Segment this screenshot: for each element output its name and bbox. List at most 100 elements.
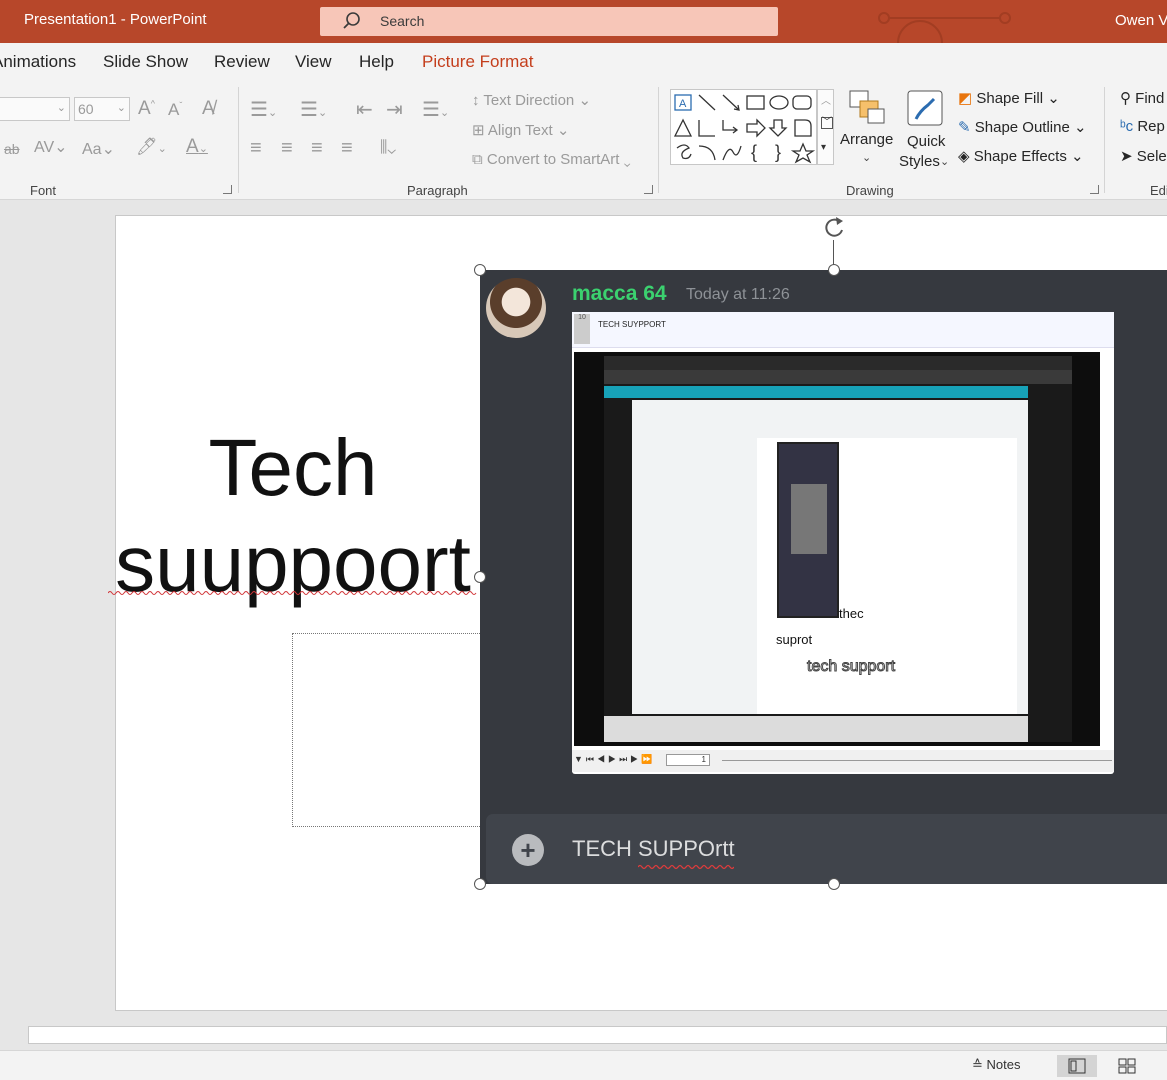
chevron-down-icon: ⌄ [940, 156, 950, 168]
content-placeholder[interactable] [292, 633, 492, 827]
shapes-gallery[interactable]: A { } [670, 89, 817, 165]
resize-handle-bottom[interactable] [828, 878, 840, 890]
chevron-down-icon: ⌄ [56, 102, 66, 114]
tab-slide-show[interactable]: Slide Show [103, 52, 188, 72]
resize-handle-top[interactable] [828, 264, 840, 276]
shape-outline-button[interactable]: ✎ Shape Outline ⌄ [958, 118, 1087, 136]
editing-group-label: Edi [1150, 183, 1167, 198]
align-left-icon[interactable]: ≡ [250, 137, 262, 160]
nested-document: thec suprot tech support [632, 400, 1028, 714]
notes-button[interactable]: ≙ Notes [972, 1057, 1020, 1073]
decrease-indent-icon[interactable]: ⇤ [356, 97, 373, 122]
nested-player-controls [604, 716, 1028, 742]
align-center-icon[interactable]: ≡ [281, 137, 293, 160]
svg-text:}: } [775, 142, 781, 162]
svg-text:{: { [751, 142, 757, 162]
search-placeholder: Search [380, 13, 425, 29]
replace-label: Rep [1137, 118, 1165, 135]
notes-label: Notes [986, 1057, 1021, 1072]
normal-view-button[interactable] [1057, 1055, 1097, 1077]
align-text-label: Align Text [487, 122, 553, 139]
clear-formatting-icon[interactable]: A̸ [202, 98, 215, 120]
tab-view[interactable]: View [295, 52, 332, 72]
nested-page: thec suprot tech support [757, 438, 1017, 714]
search-icon [342, 11, 362, 36]
paragraph-dialog-launcher-icon[interactable] [644, 185, 653, 194]
line-spacing-icon[interactable]: ☰⌄ [422, 97, 449, 122]
quick-styles-button[interactable]: Quick Styles ⌄ [898, 87, 952, 179]
resize-handle-bottom-left[interactable] [474, 878, 486, 890]
font-color-icon[interactable]: A⌄ [186, 136, 208, 158]
font-name-dropdown[interactable]: ⌄ [0, 97, 70, 121]
window-title: Presentation1 - PowerPoint [24, 11, 207, 28]
font-size-dropdown[interactable]: 60 ⌄ [74, 97, 130, 121]
inserted-picture[interactable]: macca 64 Today at 11:26 10 TECH SUYPPORT… [480, 270, 1167, 884]
decrease-font-icon[interactable]: Aˇ [168, 100, 182, 120]
nested-text-thec: thec [839, 606, 864, 621]
slide-title[interactable]: Tech suuppoort [108, 420, 478, 612]
character-spacing-icon[interactable]: AV⌄ [34, 137, 68, 157]
shape-effects-button[interactable]: ◈ Shape Effects ⌄ [958, 147, 1084, 165]
compose-spellcheck-squiggle [638, 864, 734, 870]
replace-button[interactable]: ᵇc Rep [1120, 118, 1165, 135]
quick-styles-icon [907, 90, 943, 126]
numbering-icon[interactable]: ☰⌄ [300, 97, 327, 122]
attachment-text-line: 10 TECH SUYPPORT [572, 312, 1114, 348]
justify-icon[interactable]: ≡ [341, 137, 353, 160]
nested-screenshot [777, 442, 839, 618]
slide-title-line-1: Tech [208, 423, 378, 512]
align-right-icon[interactable]: ≡ [311, 137, 323, 160]
text-direction-button[interactable]: ↕ Text Direction ⌄ [472, 91, 591, 109]
resize-handle-top-left[interactable] [474, 264, 486, 276]
chevron-up-icon[interactable]: ︿ [821, 92, 831, 107]
font-dialog-launcher-icon[interactable] [223, 185, 232, 194]
increase-font-icon[interactable]: A^ [138, 98, 155, 120]
shape-fill-button[interactable]: ◩ Shape Fill ⌄ [958, 89, 1060, 107]
replace-icon: ᵇc [1120, 118, 1138, 135]
ribbon-tabs: Animations Slide Show Review View Help P… [0, 43, 1167, 81]
rotate-handle-icon[interactable] [822, 214, 846, 240]
cursor-icon: ➤ [1120, 148, 1137, 165]
user-avatar [486, 278, 546, 338]
nested-text-tech-support: tech support [806, 658, 896, 676]
select-button[interactable]: ➤ Sele [1120, 147, 1167, 165]
align-text-button[interactable]: ⊞ Align Text ⌄ [472, 121, 569, 139]
search-box[interactable]: Search [320, 7, 778, 36]
paragraph-group-label: Paragraph [407, 183, 468, 198]
search-icon: ⚲ [1120, 90, 1136, 107]
highlight-color-icon[interactable]: 🖊⌄ [136, 137, 167, 157]
columns-icon[interactable]: ⫼⌄ [380, 139, 396, 157]
notes-pane[interactable] [28, 1026, 1167, 1044]
shapes-gallery-scroll[interactable]: ︿ ﹀ ▾ [817, 89, 834, 165]
normal-view-icon [1068, 1058, 1086, 1074]
quick-styles-label-1: Quick [907, 133, 946, 150]
group-separator [1104, 87, 1105, 193]
find-button[interactable]: ⚲ Find [1120, 89, 1164, 107]
drawing-dialog-launcher-icon[interactable] [1090, 185, 1099, 194]
line-number: 10 [574, 314, 590, 344]
change-case-icon[interactable]: Aa⌄ [82, 139, 115, 159]
message-username: macca 64 [572, 282, 667, 305]
tab-animations[interactable]: Animations [0, 52, 76, 72]
tab-help[interactable]: Help [359, 52, 394, 72]
tab-picture-format[interactable]: Picture Format [422, 52, 533, 72]
user-name[interactable]: Owen V [1115, 12, 1167, 29]
playback-controls-icon: ▼⏮◀▶⏭▶⏩ [574, 754, 656, 764]
nested-address-bar [604, 370, 1072, 384]
more-shapes-icon[interactable]: ▾ [821, 142, 826, 153]
chevron-down-icon[interactable]: ﹀ [821, 117, 833, 129]
spellcheck-squiggle [108, 591, 477, 595]
find-label: Find [1135, 90, 1165, 107]
tab-review[interactable]: Review [214, 52, 270, 72]
increase-indent-icon[interactable]: ⇥ [386, 97, 403, 122]
convert-smartart-button[interactable]: ⧉ Convert to SmartArt ⌄ [472, 151, 631, 168]
strikethrough-icon[interactable]: ab [4, 141, 20, 157]
arrange-button[interactable]: Arrange ⌄ [840, 87, 894, 177]
nested-browser: thec suprot tech support [604, 356, 1072, 742]
svg-text:A: A [679, 98, 687, 110]
resize-handle-left[interactable] [474, 571, 486, 583]
bullets-icon[interactable]: ☰⌄ [250, 97, 277, 122]
slide-sorter-button[interactable] [1107, 1055, 1147, 1077]
notes-icon: ≙ [972, 1057, 987, 1072]
text-direction-label: Text Direction [483, 92, 575, 109]
